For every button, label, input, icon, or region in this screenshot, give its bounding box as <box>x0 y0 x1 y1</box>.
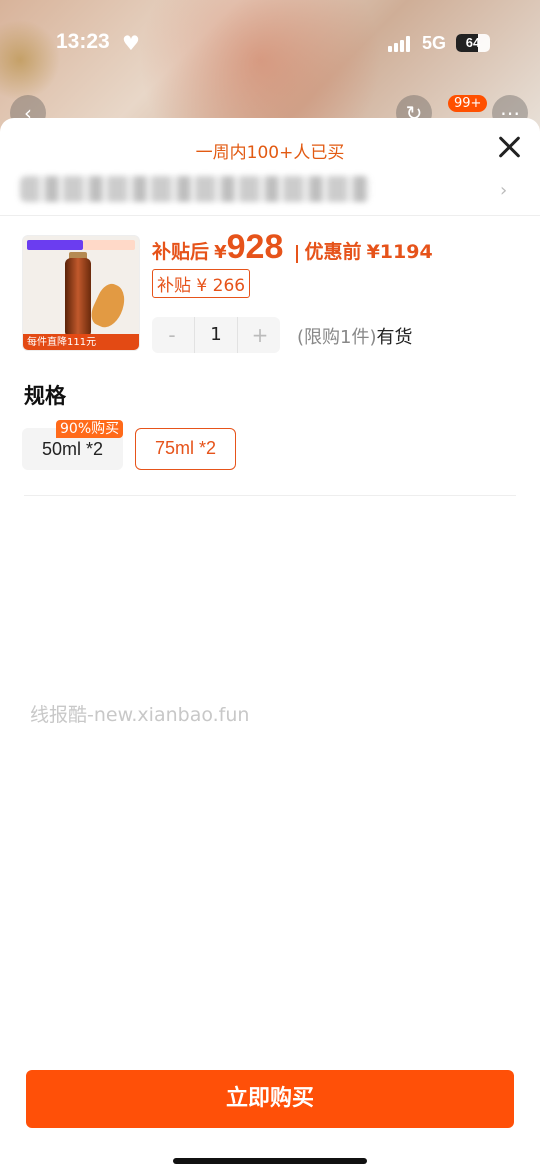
divider <box>0 215 540 216</box>
home-indicator[interactable] <box>173 1158 367 1164</box>
status-bar: 13:23 ♥ 5G 64 <box>0 0 540 90</box>
battery-icon: 64 <box>456 34 490 52</box>
thumb-banner: 每件直降111元 <box>23 334 139 350</box>
price-before: ¥1194 <box>366 241 433 263</box>
week-bought-text: 一周内100+人已买 <box>195 143 345 163</box>
purchase-limit: (限购1件)有货 <box>297 323 413 349</box>
quantity-value[interactable]: 1 <box>194 317 238 353</box>
subsidy-badge: 补贴 ¥ 266 <box>152 269 251 298</box>
limit-text: (限购1件) <box>297 327 377 348</box>
buy-now-button[interactable]: 立即购买 <box>26 1070 514 1128</box>
sku-sheet: 一周内100+人已买 › 每件直降111元 补贴后 ¥928 优惠前 ¥1194… <box>0 118 540 1174</box>
popular-badge: 90%购买 <box>56 420 124 438</box>
address-blurred[interactable] <box>20 176 370 202</box>
decrease-button[interactable]: - <box>152 317 192 353</box>
close-icon[interactable] <box>492 130 526 164</box>
increase-button[interactable]: + <box>240 317 280 353</box>
quantity-stepper[interactable]: - 1 + <box>152 317 280 353</box>
watermark: 线报酷-new.xianbao.fun <box>30 704 250 726</box>
battery-level: 64 <box>465 35 481 50</box>
spec-option-75ml[interactable]: 75ml *2 <box>135 428 236 470</box>
stock-status: 有货 <box>376 327 413 348</box>
status-time: 13:23 <box>56 30 110 53</box>
price-separator <box>296 244 299 263</box>
spec-title: 规格 <box>24 384 66 408</box>
price-prefix: 补贴后 <box>152 241 210 263</box>
heart-icon: ♥ <box>122 31 140 55</box>
signal-icon <box>388 36 414 52</box>
chevron-right-icon[interactable]: › <box>500 180 507 201</box>
divider <box>24 495 516 496</box>
currency-symbol: ¥ <box>214 242 227 263</box>
price-line: 补贴后 ¥928 优惠前 ¥1194 <box>152 228 433 268</box>
product-thumbnail[interactable]: 每件直降111元 <box>22 235 140 351</box>
price-before-label: 优惠前 <box>304 241 362 263</box>
network-type: 5G <box>422 33 447 53</box>
decoration-image <box>87 280 131 332</box>
cart-badge[interactable]: 99+ <box>448 95 488 112</box>
price-after: 928 <box>226 228 284 266</box>
bottle-image <box>65 258 91 336</box>
